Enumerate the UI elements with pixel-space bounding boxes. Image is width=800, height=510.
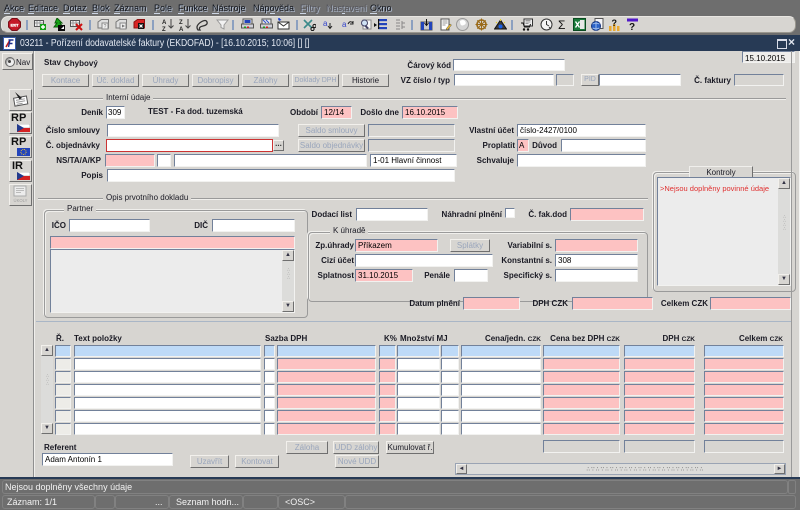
svg-text:ÚKOLY: ÚKOLY xyxy=(14,198,28,203)
svg-text:a: a xyxy=(342,20,347,29)
svg-text:A: A xyxy=(162,20,167,26)
svg-text:?: ? xyxy=(104,24,107,30)
svg-text:EXIT: EXIT xyxy=(11,23,20,27)
svg-text:Z: Z xyxy=(179,20,183,26)
svg-text:?: ? xyxy=(612,18,618,28)
svg-text:Σ: Σ xyxy=(558,18,565,31)
svg-text:a: a xyxy=(323,19,328,28)
svg-text:A: A xyxy=(179,27,184,31)
svg-text:?: ? xyxy=(629,22,635,31)
svg-text:Z: Z xyxy=(162,27,166,31)
